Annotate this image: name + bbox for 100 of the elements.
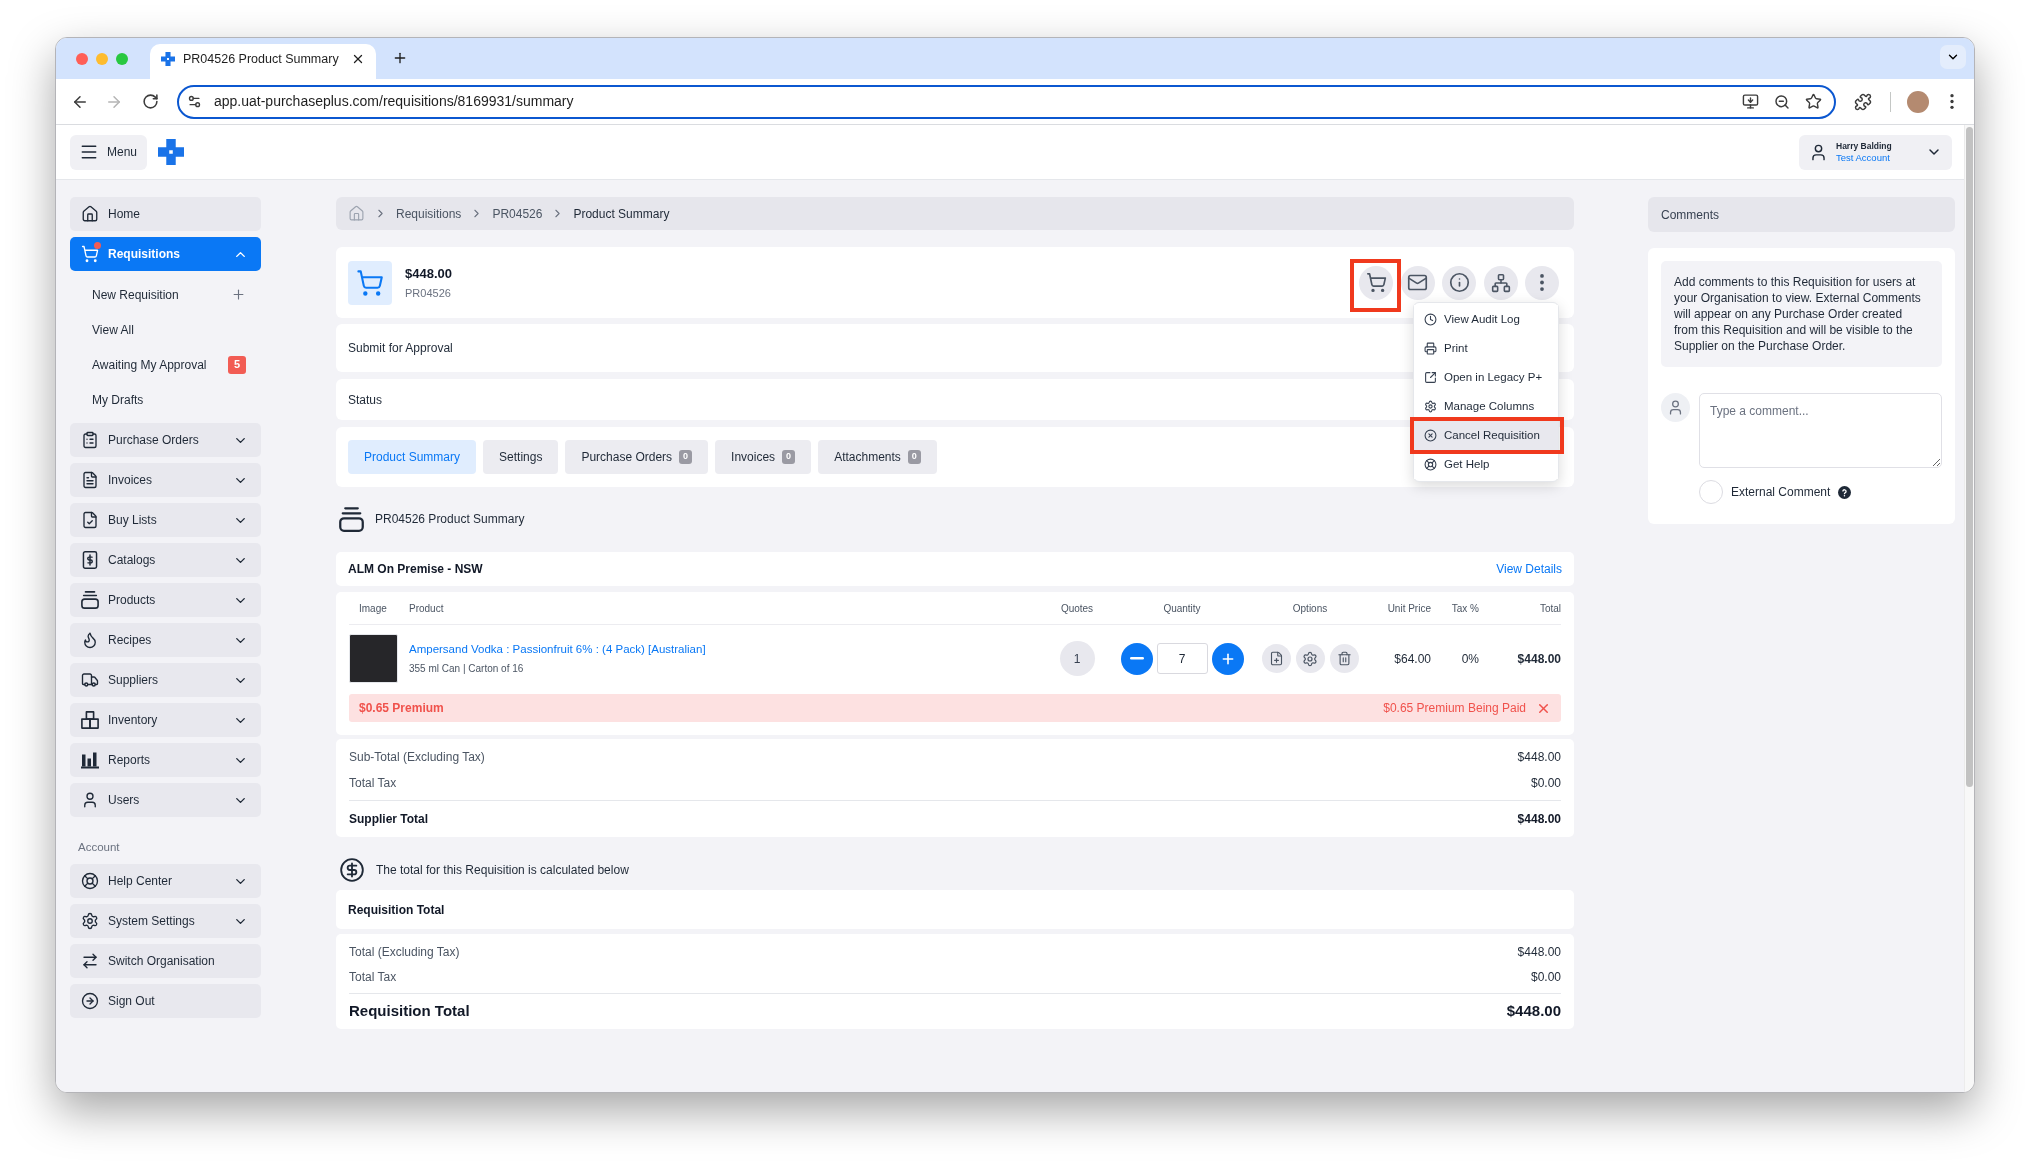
cart-icon bbox=[1365, 272, 1387, 293]
tab[interactable]: Settings bbox=[483, 440, 559, 474]
account-menu-button[interactable]: Harry Balding Test Account bbox=[1799, 134, 1952, 170]
sidebar-item[interactable]: System Settings bbox=[70, 904, 261, 938]
new-tab-icon[interactable] bbox=[392, 50, 408, 66]
product-name-link[interactable]: Ampersand Vodka : Passionfruit 6% : (4 Pack) [Australian] bbox=[409, 641, 706, 659]
settings-button[interactable] bbox=[1295, 644, 1325, 673]
menu-button[interactable]: Menu bbox=[70, 134, 147, 170]
star-icon[interactable] bbox=[1805, 93, 1822, 110]
menu-item[interactable]: Cancel Requisition bbox=[1414, 421, 1558, 450]
sidebar-item[interactable]: Inventory bbox=[70, 703, 261, 737]
menu-item[interactable]: View Audit Log bbox=[1414, 305, 1558, 334]
zoom-icon[interactable] bbox=[1774, 93, 1790, 110]
site-settings-icon[interactable] bbox=[187, 94, 202, 109]
sidebar-item[interactable]: Switch Organisation bbox=[70, 944, 261, 978]
sidebar-item[interactable]: Help Center bbox=[70, 864, 261, 898]
mail-button[interactable] bbox=[1400, 265, 1435, 300]
sidebar-subitem[interactable]: New Requisition bbox=[92, 285, 179, 304]
container-icon bbox=[339, 506, 364, 532]
hierarchy-button[interactable] bbox=[1483, 265, 1518, 300]
document-icon bbox=[81, 471, 99, 489]
total-label: Total (Excluding Tax) bbox=[349, 943, 460, 961]
sidebar-subitem[interactable]: My Drafts bbox=[92, 390, 144, 409]
avatar-icon[interactable] bbox=[1907, 90, 1929, 113]
extensions-icon[interactable] bbox=[1854, 92, 1872, 111]
requisition-number: PR04526 bbox=[405, 286, 452, 301]
bar-chart-icon bbox=[81, 751, 99, 769]
column-header: Tax % bbox=[1451, 602, 1479, 614]
round-checkbox[interactable] bbox=[1699, 480, 1723, 504]
plus-icon[interactable] bbox=[231, 287, 246, 302]
premium-label: $0.65 Premium bbox=[359, 700, 444, 717]
sidebar-item[interactable]: Reports bbox=[70, 743, 261, 777]
requisition-amount: $448.00 bbox=[405, 264, 452, 283]
settings-icon bbox=[81, 912, 99, 930]
scrollbar-thumb[interactable] bbox=[1966, 127, 1973, 787]
browser-tab[interactable]: PR04526 Product Summary bbox=[150, 44, 376, 79]
menu-item[interactable]: Open in Legacy P+ bbox=[1414, 363, 1558, 392]
reload-icon[interactable] bbox=[142, 93, 159, 110]
total-label: Total Tax bbox=[349, 775, 397, 792]
add-note-button[interactable] bbox=[1261, 644, 1291, 673]
sidebar-item[interactable]: Products bbox=[70, 583, 261, 617]
quantity-field[interactable]: 7 bbox=[1156, 643, 1208, 674]
hierarchy-icon bbox=[1490, 272, 1511, 293]
section-label: Account bbox=[77, 840, 121, 856]
total-value: $448.00 bbox=[1517, 943, 1561, 961]
sidebar-item[interactable]: Purchase Orders bbox=[70, 423, 261, 457]
decrease-button[interactable] bbox=[1120, 642, 1153, 675]
supplier-name: ALM On Premise - NSW bbox=[348, 561, 483, 578]
sidebar-item[interactable]: Buy Lists bbox=[70, 503, 261, 537]
panel-title: Comments bbox=[1661, 206, 1719, 224]
sidebar-item[interactable]: Requisitions bbox=[70, 237, 261, 271]
sidebar-subitem[interactable]: View All bbox=[92, 320, 134, 339]
quotes-button[interactable]: 1 bbox=[1059, 641, 1095, 676]
total-label: Sub-Total (Excluding Tax) bbox=[349, 749, 485, 766]
info-button[interactable] bbox=[1442, 265, 1476, 300]
sidebar-item[interactable]: Suppliers bbox=[70, 663, 261, 697]
minus-icon bbox=[1129, 657, 1144, 660]
user-name: Harry Balding bbox=[1836, 140, 1892, 152]
cart-icon bbox=[348, 260, 392, 305]
tab-list-button[interactable] bbox=[1940, 45, 1966, 69]
cart-button[interactable] bbox=[1359, 265, 1393, 300]
tab[interactable]: Product Summary bbox=[348, 440, 477, 474]
sidebar-item[interactable]: Recipes bbox=[70, 623, 261, 657]
more-button[interactable] bbox=[1525, 265, 1559, 300]
product-photo-placeholder bbox=[349, 634, 398, 683]
clipboard-icon bbox=[81, 431, 99, 449]
help-icon[interactable] bbox=[1838, 485, 1852, 499]
install-icon[interactable] bbox=[1742, 93, 1759, 110]
tab[interactable]: Attachments 0 bbox=[818, 440, 937, 474]
sidebar-item[interactable]: Users bbox=[70, 783, 261, 817]
column-header: Unit Price bbox=[1387, 602, 1431, 614]
more-icon bbox=[1540, 274, 1544, 291]
checked-document-icon bbox=[81, 511, 99, 529]
tax-rate: 0% bbox=[1461, 651, 1479, 666]
sidebar-item[interactable]: Home bbox=[70, 197, 261, 231]
breadcrumb-link[interactable]: PR04526 bbox=[492, 204, 543, 223]
requisition-note: The total for this Requisition is calculated below bbox=[376, 862, 629, 879]
total-label: Total Tax bbox=[349, 968, 397, 986]
trash-icon bbox=[1336, 651, 1352, 666]
tab[interactable]: Purchase Orders 0 bbox=[565, 440, 709, 474]
sidebar-item[interactable]: Sign Out bbox=[70, 984, 261, 1018]
address-bar[interactable]: app.uat-purchaseplus.com/requisitions/8169931/summary bbox=[177, 84, 1836, 119]
product-details: 355 ml Can | Carton of 16 bbox=[409, 661, 524, 676]
sidebar-subitem[interactable]: Awaiting My Approval bbox=[92, 355, 207, 374]
comment-field[interactable]: Type a comment... bbox=[1699, 393, 1942, 468]
account-name: Test Account bbox=[1836, 152, 1890, 164]
column-header: Total bbox=[1539, 602, 1561, 614]
total-label: Requisition Total bbox=[349, 1001, 470, 1022]
delete-button[interactable] bbox=[1329, 644, 1359, 673]
breadcrumb-link[interactable]: Requisitions bbox=[396, 204, 462, 223]
close-tab-icon[interactable] bbox=[351, 52, 365, 66]
increase-button[interactable] bbox=[1211, 642, 1244, 675]
sidebar-item[interactable]: Invoices bbox=[70, 463, 261, 497]
tab[interactable]: Invoices 0 bbox=[715, 440, 812, 474]
menu-item[interactable]: Print bbox=[1414, 334, 1558, 363]
view-details-link[interactable]: View Details bbox=[1496, 560, 1562, 578]
more-icon[interactable] bbox=[1950, 94, 1954, 109]
column-header: Quantity bbox=[1163, 602, 1201, 614]
count-badge: 0 bbox=[679, 450, 693, 464]
sidebar-item[interactable]: Catalogs bbox=[70, 543, 261, 577]
